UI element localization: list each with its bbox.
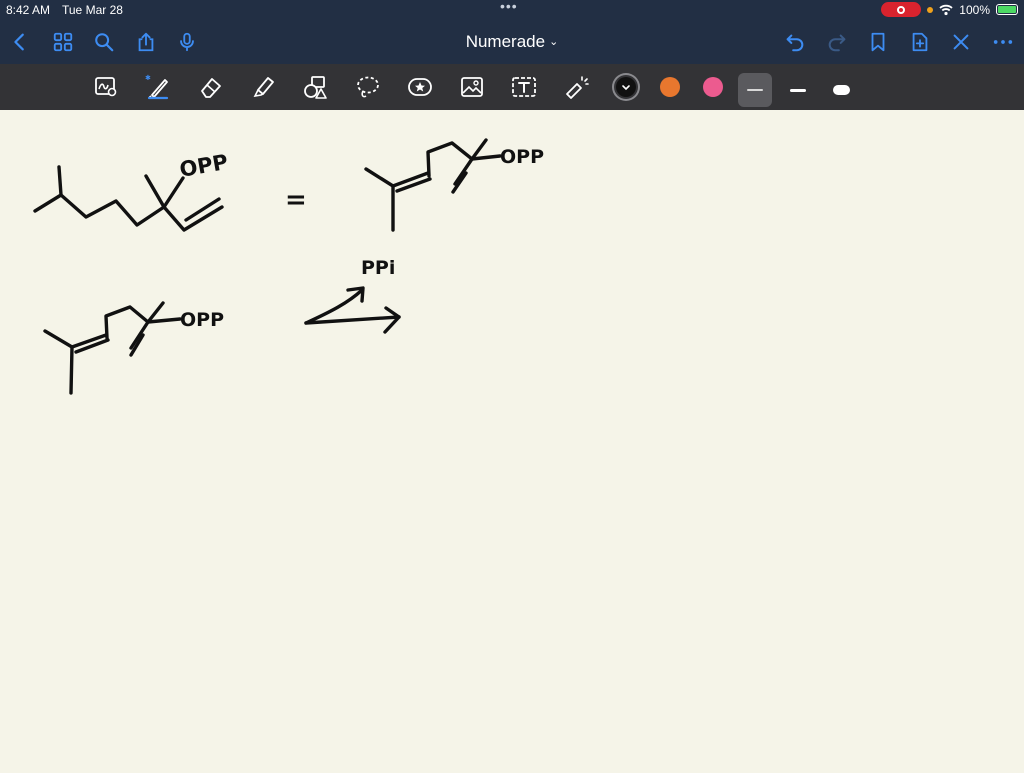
lasso-tool[interactable]	[354, 73, 382, 101]
chevron-down-icon: ⌄	[549, 36, 559, 48]
eraser-icon	[201, 78, 221, 98]
battery-icon	[996, 4, 1018, 15]
reaction-arrow: PPi	[304, 257, 401, 334]
image-icon	[461, 77, 483, 97]
text-icon	[512, 77, 536, 97]
chevron-down-icon	[622, 85, 630, 91]
stroke-size-thick[interactable]	[824, 73, 858, 107]
status-date: Tue Mar 28	[62, 3, 123, 17]
laser-pointer-icon	[566, 76, 589, 99]
lasso-zoom-icon	[95, 77, 117, 97]
close-icon	[953, 34, 969, 50]
microphone-in-use-icon	[927, 6, 934, 13]
redo-icon	[828, 34, 846, 52]
battery-percent: 100%	[959, 2, 990, 17]
add-page-button[interactable]	[906, 28, 934, 56]
sticker-tool[interactable]	[406, 73, 434, 101]
equals-sign: =	[285, 185, 307, 215]
undo-button[interactable]	[781, 28, 809, 56]
bookmark-icon	[871, 32, 885, 52]
eraser-tool[interactable]	[197, 73, 225, 101]
status-indicators: 100%	[881, 2, 1018, 17]
pen-tool[interactable]: ✱	[144, 73, 172, 101]
screen-recording-icon[interactable]	[881, 2, 922, 17]
pen-icon: ✱	[145, 74, 169, 100]
bookmark-button[interactable]	[864, 28, 892, 56]
color-swatch-pink[interactable]	[703, 77, 723, 97]
highlighter-tool[interactable]	[249, 73, 277, 101]
multitasking-dots-icon[interactable]: •••	[500, 0, 518, 14]
image-tool[interactable]	[458, 73, 486, 101]
color-swatch-orange[interactable]	[660, 77, 680, 97]
linalyl-diphosphate-redrawn-structure: OPP	[364, 138, 544, 232]
handwritten-chemistry-drawing: OPP = OPP OPP PPi	[33, 138, 544, 395]
svg-text:✱: ✱	[145, 74, 151, 82]
more-icon	[993, 40, 1013, 44]
undo-icon	[786, 34, 804, 52]
navigation-bar: Numerade ⌄	[0, 20, 1024, 64]
opp-label-3: OPP	[180, 309, 224, 331]
second-row-structure: OPP	[43, 301, 224, 395]
ppi-label: PPi	[361, 257, 395, 279]
more-button[interactable]	[989, 28, 1017, 56]
laser-pointer-tool[interactable]	[562, 73, 590, 101]
linalyl-diphosphate-structure: OPP	[33, 150, 230, 232]
stroke-size-medium[interactable]	[781, 73, 815, 107]
document-title-text: Numerade	[465, 32, 546, 51]
wifi-icon	[939, 4, 953, 15]
shapes-icon	[304, 76, 327, 99]
shapes-tool[interactable]	[301, 73, 329, 101]
lasso-icon	[357, 76, 379, 98]
add-page-icon	[912, 32, 928, 52]
note-canvas[interactable]: OPP = OPP OPP PPi	[0, 110, 1024, 768]
opp-label-1: OPP	[178, 150, 230, 182]
drawing-toolbar: ✱	[0, 64, 1024, 110]
sticker-icon	[408, 78, 432, 96]
opp-label-2: OPP	[500, 146, 544, 168]
status-bar: 8:42 AM Tue Mar 28 ••• 100%	[0, 0, 1024, 20]
color-swatch-black[interactable]	[616, 77, 636, 97]
stroke-size-thin[interactable]	[738, 73, 772, 107]
close-button[interactable]	[947, 28, 975, 56]
lasso-zoom-tool[interactable]	[92, 73, 120, 101]
redo-button[interactable]	[823, 28, 851, 56]
text-tool[interactable]	[510, 73, 538, 101]
status-time: 8:42 AM	[6, 3, 51, 17]
highlighter-icon	[253, 77, 274, 98]
